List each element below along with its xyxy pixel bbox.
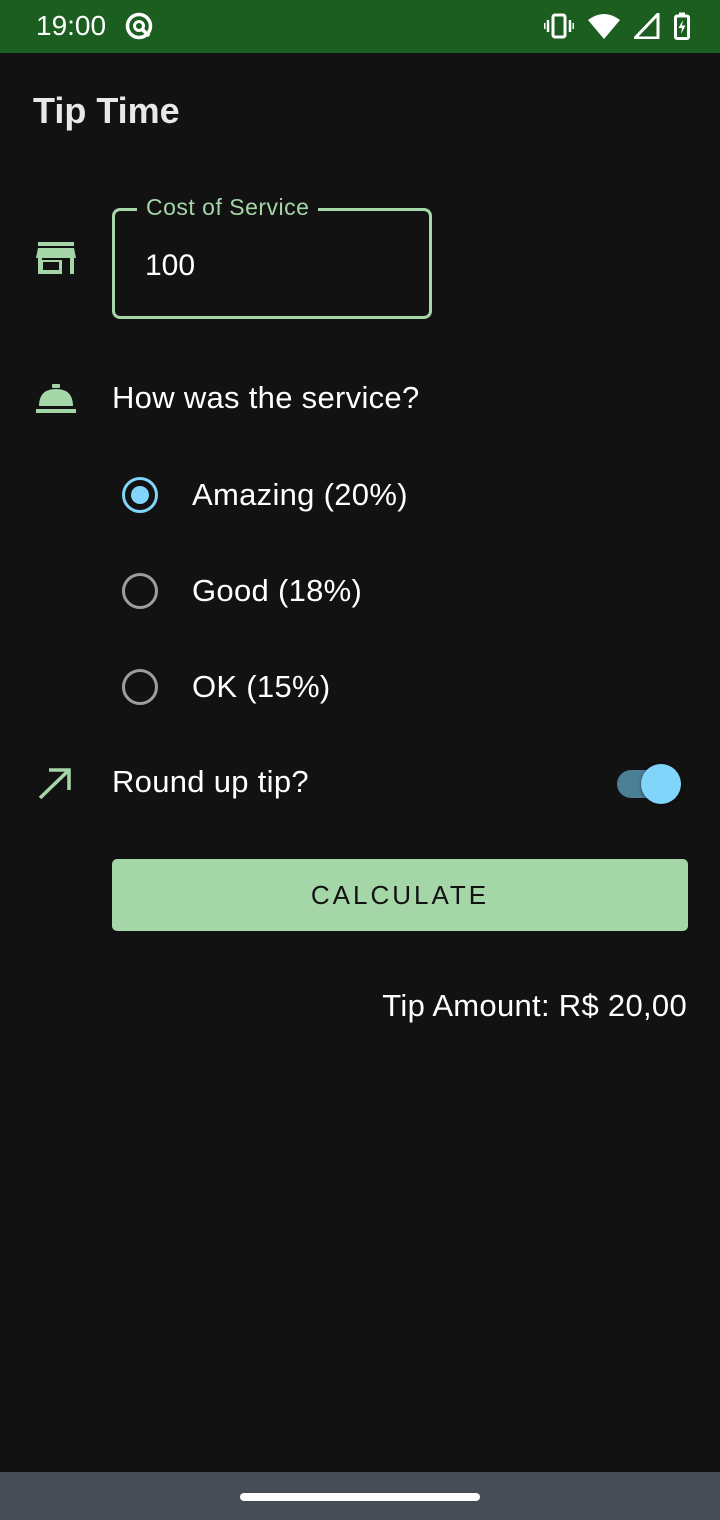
radio-option-good[interactable]: Good (18%) [122, 569, 362, 613]
status-bar: 19:00 [0, 0, 720, 53]
tip-amount-result: Tip Amount: R$ 20,00 [382, 988, 687, 1023]
battery-charging-icon [674, 12, 690, 40]
round-up-label: Round up tip? [112, 764, 309, 799]
radio-label: Amazing (20%) [192, 477, 408, 512]
cost-of-service-input[interactable]: 100 [145, 249, 195, 283]
storefront-icon [36, 242, 76, 274]
cost-of-service-field[interactable]: Cost of Service 100 [112, 194, 432, 319]
radio-option-amazing[interactable]: Amazing (20%) [122, 473, 408, 517]
app-title: Tip Time [33, 90, 180, 131]
vibrate-icon [544, 13, 574, 39]
status-time: 19:00 [36, 10, 107, 41]
home-gesture-handle[interactable] [240, 1493, 480, 1501]
calculate-button[interactable]: CALCULATE [112, 859, 688, 931]
round-up-switch[interactable] [615, 762, 683, 806]
radio-button[interactable] [122, 669, 158, 705]
radio-label: OK (15%) [192, 669, 331, 704]
radio-option-ok[interactable]: OK (15%) [122, 665, 331, 709]
wifi-icon [588, 14, 620, 39]
app-notification-icon [125, 12, 153, 40]
radio-button[interactable] [122, 573, 158, 609]
cell-signal-icon [634, 13, 660, 39]
switch-thumb [641, 764, 681, 804]
navigation-bar [0, 1472, 720, 1520]
service-question: How was the service? [112, 380, 420, 415]
calculate-button-label: CALCULATE [310, 879, 490, 910]
radio-button-selected[interactable] [122, 477, 158, 513]
trending-up-arrow-icon [38, 768, 71, 800]
radio-label: Good (18%) [192, 573, 363, 608]
room-service-bell-icon [36, 384, 76, 413]
cost-of-service-label: Cost of Service [137, 194, 319, 221]
